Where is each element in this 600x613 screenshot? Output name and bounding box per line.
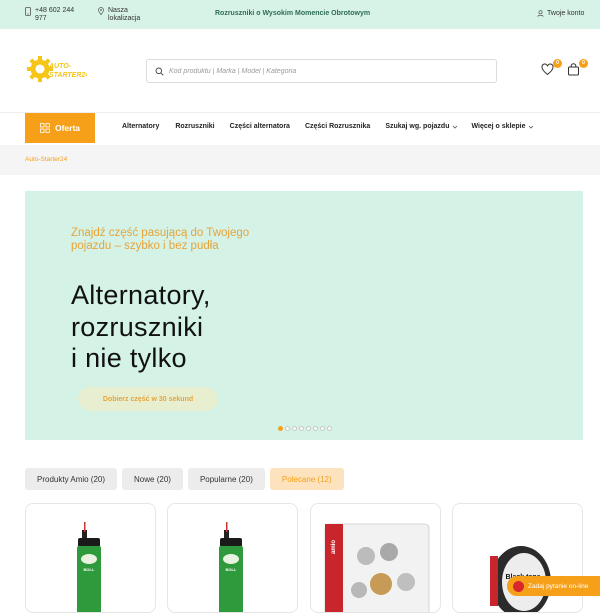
product-image-black-tape: Black tape bbox=[490, 546, 551, 612]
chat-label: Zadaj pytanie on-line bbox=[528, 582, 589, 590]
product-image-spray: BOLL bbox=[219, 522, 243, 612]
main-nav: Oferta Alternatory Rozruszniki Części al… bbox=[0, 113, 600, 145]
brand-label: amio bbox=[331, 540, 337, 554]
tab-popularne[interactable]: Popularne (20) bbox=[187, 468, 265, 490]
chat-widget-button[interactable]: Zadaj pytanie on-line bbox=[507, 576, 600, 596]
slider-dot[interactable] bbox=[292, 426, 297, 431]
breadcrumb[interactable]: Auto-Starter24 bbox=[25, 156, 67, 163]
tab-nowe[interactable]: Nowe (20) bbox=[122, 468, 183, 490]
product-card[interactable]: amio bbox=[310, 503, 441, 613]
product-card[interactable]: BOLL bbox=[25, 503, 156, 613]
nav-item-label: Części alternatora bbox=[229, 123, 290, 130]
nav-item-szukaj-wg-pojazdu[interactable]: Szukaj wg. pojazdu bbox=[385, 123, 457, 130]
slider-dot[interactable] bbox=[306, 426, 311, 431]
slider-dot[interactable] bbox=[299, 426, 304, 431]
location-label: Nasza lokalizacja bbox=[108, 7, 141, 22]
grid-icon bbox=[40, 123, 50, 133]
search-input[interactable] bbox=[169, 67, 489, 75]
brand-label: BOLL bbox=[84, 567, 95, 572]
chevron-down-icon bbox=[528, 125, 533, 129]
slider-dot[interactable] bbox=[327, 426, 332, 431]
shopping-bag-icon bbox=[568, 63, 579, 76]
hero-cta-button[interactable]: Dobierz część w 30 sekund bbox=[78, 387, 218, 411]
nav-item-label: Szukaj wg. pojazdu bbox=[385, 123, 450, 130]
account-label: Twoje konto bbox=[547, 10, 585, 17]
search-icon[interactable] bbox=[155, 67, 164, 76]
product-image-spray: BOLL bbox=[77, 522, 101, 612]
phone-number: +48 602 244 977 bbox=[35, 7, 75, 22]
brand-label: BOLL bbox=[226, 567, 237, 572]
breadcrumb-bar: Auto-Starter24 bbox=[0, 145, 600, 175]
nav-item-wiecej-o-sklepie[interactable]: Więcej o sklepie bbox=[472, 123, 534, 130]
cart-button[interactable]: 0 bbox=[567, 59, 588, 79]
nav-menu: Alternatory Rozruszniki Części alternato… bbox=[122, 123, 534, 130]
cart-count-badge: 0 bbox=[579, 59, 588, 68]
wishlist-count-badge: 0 bbox=[553, 59, 562, 68]
top-bar: +48 602 244 977 Nasza lokalizacja Rozrus… bbox=[0, 0, 600, 29]
product-card[interactable]: BOLL bbox=[167, 503, 298, 613]
nav-item-czesci-rozrusznika[interactable]: Części Rozrusznika bbox=[305, 123, 370, 130]
header: AUTO- STARTER24 0 0 bbox=[0, 29, 600, 113]
offer-menu-button[interactable]: Oferta bbox=[25, 113, 95, 143]
svg-text:AUTO-: AUTO- bbox=[48, 63, 72, 70]
account-link[interactable]: Twoje konto bbox=[537, 10, 584, 17]
nav-item-rozruszniki[interactable]: Rozruszniki bbox=[175, 123, 214, 130]
hero-banner: Znajdź część pasującą do Twojego pojazdu… bbox=[25, 191, 583, 440]
chevron-down-icon bbox=[452, 125, 457, 129]
product-tabs: Produkty Amio (20) Nowe (20) Popularne (… bbox=[25, 468, 344, 490]
wishlist-button[interactable]: 0 bbox=[541, 59, 562, 79]
product-card[interactable]: Black tape bbox=[452, 503, 583, 613]
nav-item-label: Części Rozrusznika bbox=[304, 123, 371, 130]
hero-title-line: rozruszniki bbox=[71, 311, 204, 342]
svg-text:STARTER24: STARTER24 bbox=[49, 72, 87, 79]
nav-item-alternatory[interactable]: Alternatory bbox=[122, 123, 159, 130]
slider-dot[interactable] bbox=[285, 426, 290, 431]
nav-item-label: Rozruszniki bbox=[175, 123, 215, 130]
hero-subtitle: Znajdź część pasującą do Twojego pojazdu… bbox=[71, 227, 250, 252]
slider-dot[interactable] bbox=[278, 426, 283, 431]
tab-polecane[interactable]: Polecane (12) bbox=[269, 468, 344, 490]
nav-item-label: Więcej o sklepie bbox=[471, 123, 526, 130]
chat-icon bbox=[513, 580, 524, 592]
hero-title-line: i nie tylko bbox=[71, 343, 187, 373]
slider-dot[interactable] bbox=[313, 426, 318, 431]
hero-title: Alternatory, rozruszniki i nie tylko bbox=[71, 280, 301, 375]
hero-title-line: Alternatory, bbox=[71, 280, 211, 310]
phone-contact[interactable]: +48 602 244 977 bbox=[25, 7, 79, 23]
user-icon bbox=[537, 10, 544, 17]
location-link[interactable]: Nasza lokalizacja bbox=[98, 7, 148, 23]
location-pin-icon bbox=[98, 7, 104, 15]
offer-label: Oferta bbox=[54, 123, 81, 133]
tab-produkty-amio[interactable]: Produkty Amio (20) bbox=[25, 468, 118, 490]
nav-item-czesci-alternatora[interactable]: Części alternatora bbox=[230, 123, 290, 130]
logo[interactable]: AUTO- STARTER24 bbox=[27, 51, 87, 91]
heart-icon bbox=[541, 63, 554, 76]
product-image-battery-terminals: amio bbox=[324, 523, 430, 612]
slider-dot[interactable] bbox=[320, 426, 325, 431]
slider-dots bbox=[278, 426, 332, 431]
promo-text[interactable]: Rozruszniki o Wysokim Momencie Obrotowym bbox=[215, 10, 370, 17]
phone-icon bbox=[25, 7, 31, 16]
nav-item-label: Alternatory bbox=[122, 123, 160, 130]
search-bar[interactable] bbox=[146, 59, 497, 83]
